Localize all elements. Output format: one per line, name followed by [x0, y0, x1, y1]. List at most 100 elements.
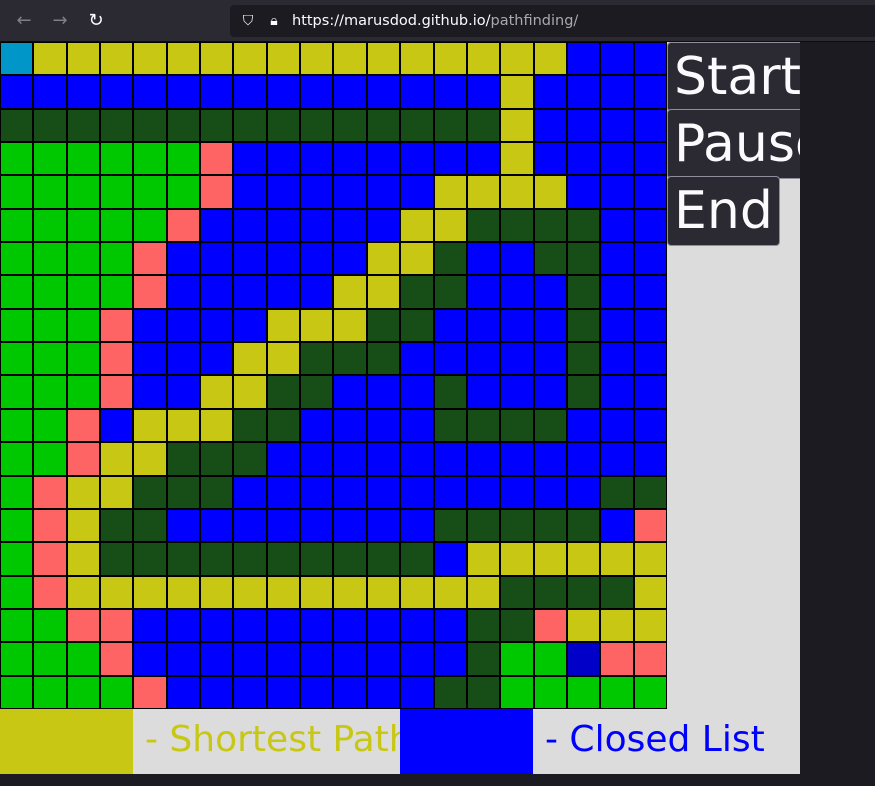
grid-cell-closed[interactable] [133, 75, 167, 109]
grid-cell-closed[interactable] [466, 75, 501, 109]
grid-cell-closed[interactable] [200, 675, 234, 709]
grid-cell-closed[interactable] [633, 242, 667, 276]
grid-cell-closed[interactable] [366, 208, 401, 243]
grid-cell-closed[interactable] [333, 408, 367, 443]
grid-cell-closed[interactable] [633, 308, 667, 343]
grid-cell-closed[interactable] [466, 275, 501, 309]
grid-cell-path[interactable] [66, 575, 101, 609]
grid-cell-closed[interactable] [466, 442, 501, 476]
grid-cell-path[interactable] [66, 475, 101, 509]
grid-cell-closed[interactable] [300, 608, 334, 643]
grid-cell-closed[interactable] [366, 675, 401, 709]
grid-cell-closed[interactable] [566, 108, 601, 143]
grid-cell-closed[interactable] [233, 608, 267, 643]
grid-cell-closed[interactable] [0, 75, 34, 109]
grid-cell-frontier[interactable] [33, 575, 67, 609]
grid-cell-closed[interactable] [600, 442, 634, 476]
grid-cell-closed[interactable] [400, 508, 434, 543]
grid-cell-frontier[interactable] [633, 508, 667, 543]
grid-cell-closed[interactable] [133, 642, 167, 676]
grid-cell-path[interactable] [500, 108, 534, 143]
grid-cell-closed[interactable] [66, 75, 101, 109]
grid-cell-wall[interactable] [200, 442, 234, 476]
grid-cell-frontier[interactable] [133, 675, 167, 709]
grid-cell-wall[interactable] [133, 508, 167, 543]
grid-cell-wall[interactable] [566, 342, 601, 376]
grid-cell-path[interactable] [233, 42, 267, 76]
grid-cell-open[interactable] [66, 308, 101, 343]
grid-cell-path[interactable] [266, 342, 301, 376]
grid-cell-closed[interactable] [366, 375, 401, 409]
grid-cell-wall[interactable] [133, 475, 167, 509]
grid-cell-closed[interactable] [400, 442, 434, 476]
grid-cell-path[interactable] [500, 42, 534, 76]
grid-cell-closed[interactable] [433, 342, 467, 376]
grid-cell-closed[interactable] [600, 75, 634, 109]
grid-cell-closed[interactable] [400, 375, 434, 409]
grid-cell-closed[interactable] [500, 342, 534, 376]
grid-cell-wall[interactable] [466, 508, 501, 543]
grid-cell-wall[interactable] [200, 542, 234, 576]
grid-cell-frontier[interactable] [66, 408, 101, 443]
grid-cell-closed[interactable] [333, 208, 367, 243]
grid-cell-wall[interactable] [566, 208, 601, 243]
grid-cell-closed[interactable] [533, 442, 567, 476]
grid-cell-closed[interactable] [566, 75, 601, 109]
grid-cell-path[interactable] [233, 342, 267, 376]
grid-cell-open[interactable] [166, 142, 201, 176]
grid-cell-closed[interactable] [566, 42, 601, 76]
grid-cell-closed[interactable] [266, 142, 301, 176]
shield-icon[interactable]: ⛉ [238, 11, 258, 31]
grid-cell-wall[interactable] [300, 108, 334, 143]
grid-cell-closed[interactable] [200, 242, 234, 276]
grid-cell-open[interactable] [566, 675, 601, 709]
grid-cell-closed[interactable] [200, 342, 234, 376]
grid-cell-closed[interactable] [600, 208, 634, 243]
grid-cell-open[interactable] [100, 675, 134, 709]
grid-cell-open[interactable] [0, 408, 34, 443]
grid-cell-closed[interactable] [200, 75, 234, 109]
grid-cell-wall[interactable] [366, 308, 401, 343]
grid-cell-path[interactable] [433, 42, 467, 76]
grid-cell-closed[interactable] [366, 608, 401, 643]
grid-cell-path[interactable] [333, 42, 367, 76]
grid-cell-open[interactable] [100, 275, 134, 309]
grid-cell-path[interactable] [300, 308, 334, 343]
grid-cell-path[interactable] [566, 542, 601, 576]
grid-cell-path[interactable] [66, 42, 101, 76]
grid-cell-path[interactable] [66, 542, 101, 576]
grid-cell-frontier[interactable] [100, 608, 134, 643]
grid-cell-closed[interactable] [400, 608, 434, 643]
grid-cell-closed[interactable] [300, 275, 334, 309]
grid-cell-wall[interactable] [100, 542, 134, 576]
grid-cell-open[interactable] [66, 675, 101, 709]
grid-cell-closed[interactable] [300, 442, 334, 476]
grid-cell-closed[interactable] [433, 308, 467, 343]
grid-cell-path[interactable] [400, 42, 434, 76]
grid-cell-closed[interactable] [300, 175, 334, 209]
grid-cell-path[interactable] [300, 42, 334, 76]
grid-cell-closed[interactable] [166, 308, 201, 343]
grid-cell-closed[interactable] [266, 442, 301, 476]
grid-cell-path[interactable] [233, 575, 267, 609]
end-button[interactable]: End [667, 176, 780, 246]
grid-cell-closed[interactable] [466, 475, 501, 509]
grid-cell-open[interactable] [100, 142, 134, 176]
grid-cell-closed[interactable] [600, 508, 634, 543]
grid-cell-closed[interactable] [366, 642, 401, 676]
grid-cell-path[interactable] [333, 575, 367, 609]
grid-cell-open[interactable] [33, 642, 67, 676]
grid-cell-wall[interactable] [100, 108, 134, 143]
grid-cell-open[interactable] [66, 208, 101, 243]
grid-cell-closed[interactable] [300, 642, 334, 676]
grid-cell-closed[interactable] [633, 442, 667, 476]
grid-cell-closed[interactable] [600, 42, 634, 76]
grid-cell-path[interactable] [200, 575, 234, 609]
grid-cell-closed[interactable] [366, 75, 401, 109]
grid-cell-closed[interactable] [366, 508, 401, 543]
grid-cell-wall[interactable] [466, 408, 501, 443]
grid-cell-closed[interactable] [433, 542, 467, 576]
grid-cell-closed[interactable] [433, 75, 467, 109]
grid-cell-closed[interactable] [166, 342, 201, 376]
grid-cell-closed[interactable] [166, 675, 201, 709]
